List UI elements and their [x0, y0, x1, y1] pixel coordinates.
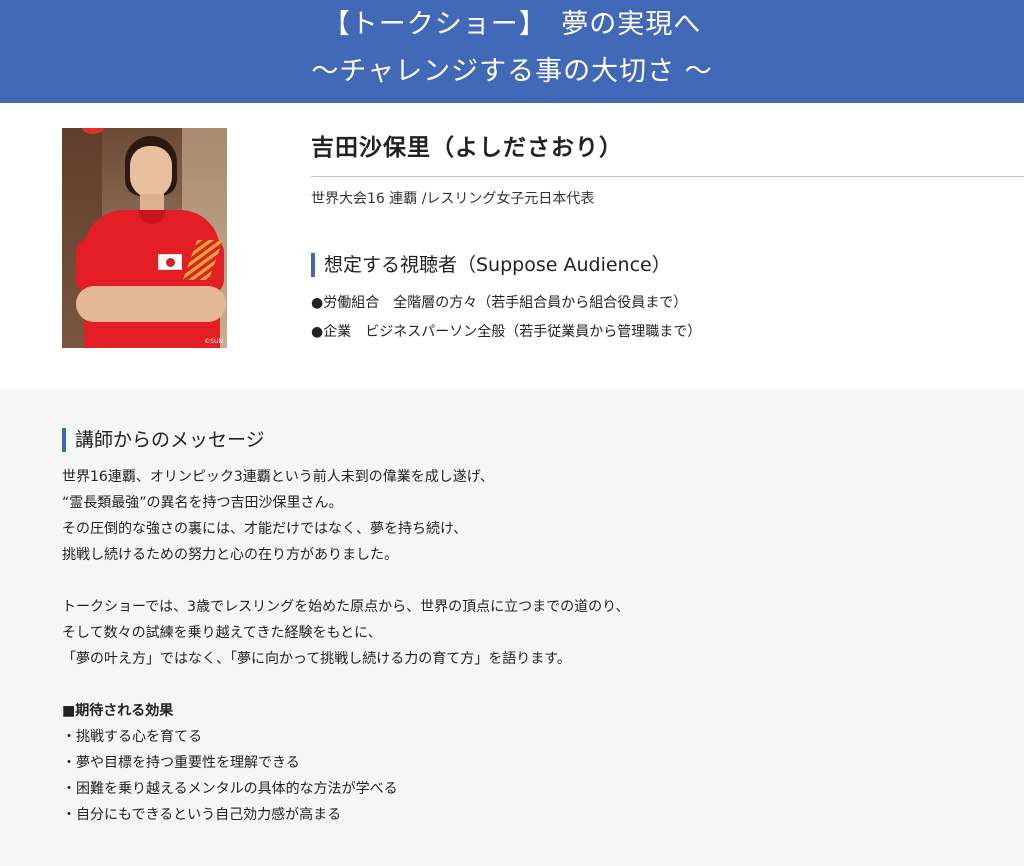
message-line: そして数々の試練を乗り越えてきた経験をもとに、: [62, 625, 382, 641]
name-divider: [311, 176, 1024, 177]
audience-item: ●労働組合 全階層の方々（若手組合員から組合役員まで）: [311, 295, 688, 311]
effects-heading: ■期待される効果: [62, 703, 174, 719]
speaker-title: 世界大会16 連覇 /レスリング女子元日本代表: [311, 191, 595, 207]
header-title-line2: ～チャレンジする事の大切さ ～: [311, 56, 713, 87]
effect-item: ・夢や目標を持つ重要性を理解できる: [62, 755, 300, 771]
message-line: “霊長類最強”の異名を持つ吉田沙保里さん。: [62, 495, 343, 511]
speaker-name: 吉田沙保里（よしださおり）: [311, 135, 623, 161]
effects-list: ・挑戦する心を育てる ・夢や目標を持つ重要性を理解できる ・困難を乗り越えるメン…: [62, 724, 962, 828]
photo-crossed-arms: [76, 286, 226, 322]
message-line: 世界16連覇、オリンピック3連覇という前人未到の偉業を成し遂げ、: [62, 469, 494, 485]
japan-flag-icon: [158, 254, 182, 270]
photo-credit: ©SUN: [204, 338, 223, 345]
effect-item: ・自分にもできるという自己効力感が高まる: [62, 807, 342, 823]
audience-heading: 想定する視聴者（Suppose Audience）: [311, 253, 671, 277]
header-title-line1: 【トークショー】 夢の実現へ: [322, 9, 702, 40]
effect-item: ・挑戦する心を育てる: [62, 729, 202, 745]
message-line: トークショーでは、3歳でレスリングを始めた原点から、世界の頂点に立つまでの道のり…: [62, 599, 630, 615]
message-line: 挑戦し続けるための努力と心の在り方がありました。: [62, 547, 398, 563]
message-line: その圧倒的な強さの裏には、才能だけではなく、夢を持ち続け、: [62, 521, 468, 537]
photo-face: [130, 146, 172, 198]
effect-item: ・困難を乗り越えるメンタルの具体的な方法が学べる: [62, 781, 398, 797]
message-section: 講師からのメッセージ 世界16連覇、オリンピック3連覇という前人未到の偉業を成し…: [0, 388, 1024, 866]
message-heading: 講師からのメッセージ: [62, 428, 265, 452]
message-line: 「夢の叶え方」ではなく、「夢に向かって挑戦し続ける力の育て方」を語ります。: [62, 651, 571, 667]
speaker-photo: ©SUN: [62, 128, 227, 348]
audience-item: ●企業 ビジネスパーソン全般（若手従業員から管理職まで）: [311, 324, 702, 340]
profile-section: ©SUN 吉田沙保里（よしださおり） 世界大会16 連覇 /レスリング女子元日本…: [0, 103, 1024, 388]
audience-list: ●労働組合 全階層の方々（若手組合員から組合役員まで） ●企業 ビジネスパーソン…: [311, 289, 701, 347]
message-body: 世界16連覇、オリンピック3連覇という前人未到の偉業を成し遂げ、 “霊長類最強”…: [62, 464, 962, 828]
page-header: 【トークショー】 夢の実現へ ～チャレンジする事の大切さ ～: [0, 0, 1024, 103]
